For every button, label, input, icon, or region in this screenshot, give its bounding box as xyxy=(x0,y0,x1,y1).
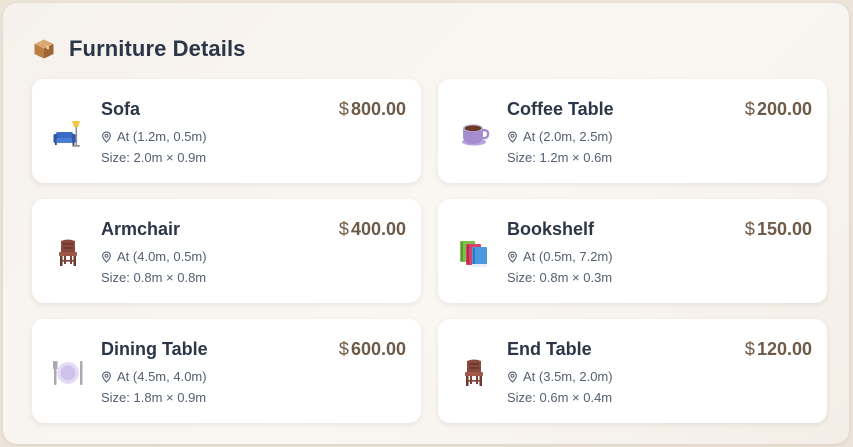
location-pin-icon xyxy=(507,131,518,143)
currency-symbol: $ xyxy=(338,99,349,119)
furniture-details-panel: Furniture Details Sofa $ 800.00 At (1.2m… xyxy=(3,3,849,444)
chair-icon xyxy=(458,357,490,389)
price-value: 600.00 xyxy=(350,339,406,359)
furniture-card-bookshelf[interactable]: Bookshelf $ 150.00 At (0.5m, 7.2m) Size:… xyxy=(438,199,827,303)
panel-header: Furniture Details xyxy=(33,33,246,65)
furniture-size: Size: 0.6m × 0.4m xyxy=(507,390,613,405)
price-value: 150.00 xyxy=(756,219,812,239)
price-value: 120.00 xyxy=(756,339,812,359)
location-text: At (1.2m, 0.5m) xyxy=(117,129,207,144)
price-value: 400.00 xyxy=(350,219,406,239)
currency-symbol: $ xyxy=(744,99,755,119)
furniture-size: Size: 1.8m × 0.9m xyxy=(101,390,207,405)
price-value: 800.00 xyxy=(350,99,406,119)
furniture-name: Dining Table xyxy=(101,339,208,359)
currency-symbol: $ xyxy=(338,219,349,239)
location-text: At (0.5m, 7.2m) xyxy=(523,249,613,264)
currency-symbol: $ xyxy=(744,339,755,359)
furniture-price: $ 150.00 xyxy=(745,219,812,240)
furniture-size: Size: 0.8m × 0.8m xyxy=(101,270,207,285)
currency-symbol: $ xyxy=(338,339,349,359)
furniture-price: $ 800.00 xyxy=(339,99,406,120)
location-pin-icon xyxy=(101,371,112,383)
chair-icon xyxy=(52,237,84,269)
furniture-price: $ 200.00 xyxy=(745,99,812,120)
price-value: 200.00 xyxy=(756,99,812,119)
location-pin-icon xyxy=(507,371,518,383)
furniture-name: End Table xyxy=(507,339,592,359)
furniture-grid: Sofa $ 800.00 At (1.2m, 0.5m) Size: 2.0m… xyxy=(32,79,827,423)
furniture-size: Size: 2.0m × 0.9m xyxy=(101,150,207,165)
furniture-location: At (0.5m, 7.2m) xyxy=(507,249,613,264)
furniture-location: At (1.2m, 0.5m) xyxy=(101,129,207,144)
package-icon xyxy=(33,38,55,60)
sofa-lamp-icon xyxy=(52,117,84,149)
furniture-location: At (4.0m, 0.5m) xyxy=(101,249,207,264)
furniture-name: Coffee Table xyxy=(507,99,614,119)
furniture-price: $ 400.00 xyxy=(339,219,406,240)
page-title: Furniture Details xyxy=(69,36,246,61)
location-text: At (4.5m, 4.0m) xyxy=(117,369,207,384)
furniture-location: At (4.5m, 4.0m) xyxy=(101,369,207,384)
location-pin-icon xyxy=(101,131,112,143)
furniture-price: $ 600.00 xyxy=(339,339,406,360)
furniture-price: $ 120.00 xyxy=(745,339,812,360)
coffee-cup-icon xyxy=(458,117,490,149)
furniture-card-end-table[interactable]: End Table $ 120.00 At (3.5m, 2.0m) Size:… xyxy=(438,319,827,423)
furniture-name: Armchair xyxy=(101,219,181,239)
furniture-size: Size: 0.8m × 0.3m xyxy=(507,270,613,285)
location-pin-icon xyxy=(101,251,112,263)
plate-cutlery-icon xyxy=(52,357,84,389)
location-pin-icon xyxy=(507,251,518,263)
furniture-card-coffee-table[interactable]: Coffee Table $ 200.00 At (2.0m, 2.5m) Si… xyxy=(438,79,827,183)
furniture-name: Bookshelf xyxy=(507,219,595,239)
furniture-size: Size: 1.2m × 0.6m xyxy=(507,150,613,165)
furniture-card-armchair[interactable]: Armchair $ 400.00 At (4.0m, 0.5m) Size: … xyxy=(32,199,421,303)
furniture-name: Sofa xyxy=(101,99,141,119)
furniture-card-dining-table[interactable]: Dining Table $ 600.00 At (4.5m, 4.0m) Si… xyxy=(32,319,421,423)
location-text: At (4.0m, 0.5m) xyxy=(117,249,207,264)
furniture-location: At (2.0m, 2.5m) xyxy=(507,129,613,144)
furniture-location: At (3.5m, 2.0m) xyxy=(507,369,613,384)
furniture-card-sofa[interactable]: Sofa $ 800.00 At (1.2m, 0.5m) Size: 2.0m… xyxy=(32,79,421,183)
currency-symbol: $ xyxy=(744,219,755,239)
location-text: At (2.0m, 2.5m) xyxy=(523,129,613,144)
location-text: At (3.5m, 2.0m) xyxy=(523,369,613,384)
books-icon xyxy=(458,237,490,269)
